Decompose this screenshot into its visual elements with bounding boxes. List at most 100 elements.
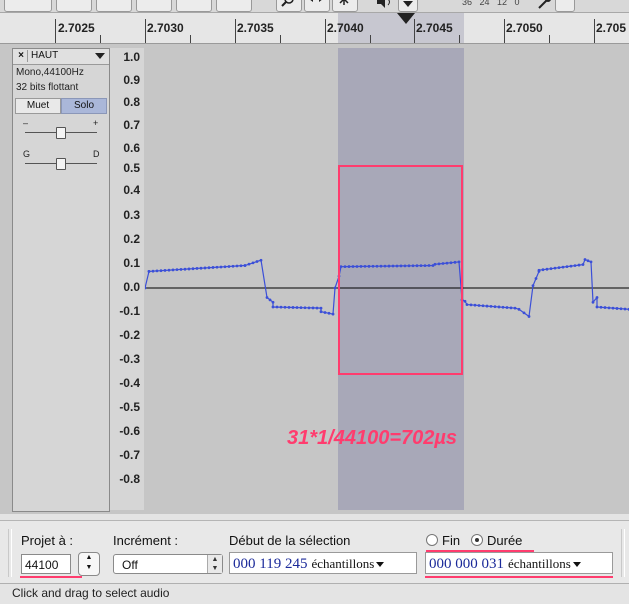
time-shift-icon[interactable] — [304, 0, 330, 12]
zoom-icon[interactable] — [276, 0, 302, 12]
selection-start-control[interactable]: 000 119 245 échantillons — [229, 552, 417, 574]
waveform-sample-point — [481, 304, 485, 308]
dropdown-button[interactable] — [398, 0, 418, 12]
ruler-tick — [235, 19, 236, 43]
vertical-scale[interactable]: 1.0 0.9 0.8 0.7 0.6 0.5 0.4 0.3 0.2 0.1 … — [110, 48, 144, 510]
scale-label: -0.3 — [119, 352, 140, 366]
end-label: Fin — [442, 533, 461, 548]
waveform-sample-point — [485, 304, 489, 308]
gain-minus-label: – — [23, 118, 29, 128]
timeline-ruler[interactable]: 2.7025 2.7030 2.7035 2.7040 2.7045 2.705… — [0, 13, 629, 44]
project-rate-stepper[interactable]: ▲ ▼ — [78, 552, 100, 576]
multi-tool-icon[interactable] — [332, 0, 358, 12]
ruler-tick-label: 2.7025 — [58, 21, 95, 35]
toolbar-button[interactable] — [216, 0, 252, 12]
microphone-icon[interactable] — [535, 0, 553, 12]
waveform-sample-point — [199, 266, 203, 270]
status-bar: Click and drag to select audio — [0, 583, 629, 604]
ruler-tick — [145, 19, 146, 43]
waveform-sample-point — [603, 306, 607, 309]
ruler-minor-tick — [370, 35, 371, 43]
track-name-row[interactable]: × HAUT — [13, 49, 109, 65]
waveform-sample-point — [179, 268, 183, 271]
toolbar-grip[interactable] — [621, 529, 625, 577]
waveform-sample-point — [549, 267, 553, 271]
waveform-sample-point — [607, 306, 611, 310]
speaker-icon[interactable] — [375, 0, 397, 12]
waveform-sample-point — [327, 311, 331, 315]
waveform-sample-point — [561, 265, 565, 269]
waveform-sample-point — [239, 264, 243, 268]
waveform-sample-point — [265, 296, 269, 299]
track-name[interactable]: HAUT — [31, 50, 58, 61]
selection-start-unit: échantillons — [311, 556, 375, 571]
annotation-box — [338, 165, 463, 375]
waveform-sample-point — [275, 305, 279, 309]
waveform-sample-point — [167, 268, 171, 272]
close-icon[interactable]: × — [15, 50, 28, 62]
waveform-sample-point — [591, 300, 595, 304]
project-rate-input[interactable]: 44100 — [21, 554, 71, 574]
waveform-sample-point — [235, 264, 239, 268]
solo-button[interactable]: Solo — [61, 98, 107, 114]
toolbar-button[interactable] — [96, 0, 132, 12]
chevron-down-icon[interactable] — [376, 562, 385, 568]
toolbar-button[interactable] — [4, 0, 52, 12]
waveform-sample-point — [583, 258, 587, 261]
pan-slider-thumb[interactable] — [56, 158, 66, 170]
waveform-sample-point — [509, 306, 513, 310]
end-radio[interactable] — [426, 534, 438, 546]
waveform-sample-point — [599, 305, 603, 309]
chevron-down-icon[interactable] — [572, 562, 581, 568]
gain-slider-thumb[interactable] — [56, 127, 66, 139]
waveform-sample-point — [319, 306, 323, 310]
ruler-tick-label: 2.7050 — [506, 21, 543, 35]
waveform-sample-point — [595, 305, 599, 309]
waveform-sample-point — [501, 305, 505, 309]
waveform-sample-point — [191, 267, 195, 271]
waveform-sample-point — [175, 268, 179, 272]
toolbar-grip[interactable] — [8, 529, 12, 577]
scale-label: 0.6 — [123, 141, 140, 155]
waveform-sample-point — [586, 259, 590, 263]
waveform-sample-point — [489, 304, 493, 308]
waveform-sample-point — [211, 266, 215, 269]
toolbar-button[interactable] — [136, 0, 172, 12]
waveform-sample-point — [171, 268, 175, 272]
selection-toolbar: Projet à : 44100 ▲ ▼ Incrément : Off ▲ ▼ D… — [0, 520, 629, 583]
selection-start-label: Début de la sélection — [229, 533, 351, 548]
waveform-sample-point — [573, 264, 577, 267]
scale-label: -0.2 — [119, 328, 140, 342]
chevron-down-icon[interactable] — [95, 53, 105, 59]
ruler-tick — [325, 19, 326, 43]
dropdown-button[interactable] — [555, 0, 575, 12]
waveform-sample-point — [581, 263, 585, 266]
waveform-sample-point — [163, 269, 167, 272]
ruler-minor-tick — [459, 35, 460, 43]
ruler-minor-tick — [549, 35, 550, 43]
waveform-sample-point — [534, 277, 538, 280]
duration-radio[interactable] — [471, 534, 483, 546]
waveform-sample-point — [219, 265, 223, 269]
waveform-sample-point — [623, 307, 627, 311]
waveform-sample-point — [469, 303, 473, 307]
toolbar-button[interactable] — [176, 0, 212, 12]
chevron-updown-icon[interactable]: ▲ ▼ — [207, 555, 222, 573]
snap-label: Incrément : — [113, 533, 179, 548]
play-head-marker[interactable] — [397, 13, 415, 24]
waveform-sample-point — [299, 306, 303, 310]
waveform-sample-point — [311, 306, 315, 310]
waveform-sample-point — [147, 270, 151, 273]
snap-select[interactable]: Off ▲ ▼ — [113, 554, 223, 574]
mute-button[interactable]: Muet — [15, 98, 61, 114]
meter-scale: 36 24 12 0 — [462, 0, 520, 7]
waveform-sample-point — [303, 306, 307, 310]
waveform-sample-point — [271, 305, 275, 309]
waveform-sample-point — [295, 306, 299, 309]
waveform-sample-point — [195, 267, 199, 270]
scale-label: 0.3 — [123, 208, 140, 222]
toolbar-button[interactable] — [56, 0, 92, 12]
duration-control[interactable]: 000 000 031 échantillons — [425, 552, 613, 574]
ruler-tick-label: 2.705 — [596, 21, 627, 35]
waveform-sample-point — [537, 268, 541, 272]
